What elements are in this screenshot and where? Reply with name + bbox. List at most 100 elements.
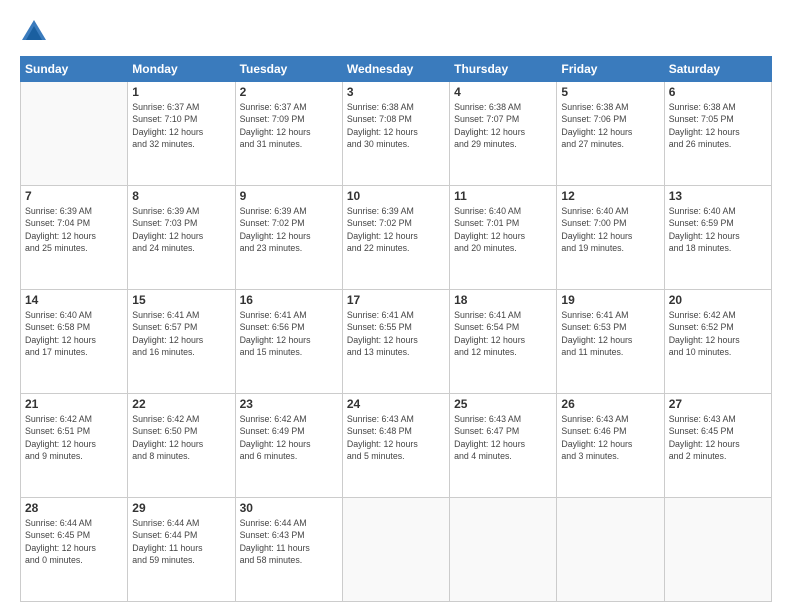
calendar-cell: 1 Sunrise: 6:37 AMSunset: 7:10 PMDaylight… bbox=[128, 82, 235, 186]
day-info: Sunrise: 6:41 AMSunset: 6:57 PMDaylight:… bbox=[132, 309, 230, 358]
day-number: 18 bbox=[454, 293, 552, 307]
calendar-cell: 20 Sunrise: 6:42 AMSunset: 6:52 PMDayligh… bbox=[664, 290, 771, 394]
day-number: 2 bbox=[240, 85, 338, 99]
calendar-cell: 30 Sunrise: 6:44 AMSunset: 6:43 PMDayligh… bbox=[235, 498, 342, 602]
day-info: Sunrise: 6:44 AMSunset: 6:43 PMDaylight:… bbox=[240, 517, 338, 566]
day-number: 24 bbox=[347, 397, 445, 411]
day-number: 14 bbox=[25, 293, 123, 307]
day-info: Sunrise: 6:42 AMSunset: 6:49 PMDaylight:… bbox=[240, 413, 338, 462]
calendar-cell bbox=[21, 82, 128, 186]
table-row: 21 Sunrise: 6:42 AMSunset: 6:51 PMDayligh… bbox=[21, 394, 772, 498]
day-info: Sunrise: 6:42 AMSunset: 6:51 PMDaylight:… bbox=[25, 413, 123, 462]
day-number: 13 bbox=[669, 189, 767, 203]
day-info: Sunrise: 6:38 AMSunset: 7:07 PMDaylight:… bbox=[454, 101, 552, 150]
day-info: Sunrise: 6:39 AMSunset: 7:04 PMDaylight:… bbox=[25, 205, 123, 254]
calendar-cell: 21 Sunrise: 6:42 AMSunset: 6:51 PMDayligh… bbox=[21, 394, 128, 498]
day-info: Sunrise: 6:43 AMSunset: 6:46 PMDaylight:… bbox=[561, 413, 659, 462]
calendar-cell: 14 Sunrise: 6:40 AMSunset: 6:58 PMDayligh… bbox=[21, 290, 128, 394]
calendar-body: 1 Sunrise: 6:37 AMSunset: 7:10 PMDaylight… bbox=[21, 82, 772, 602]
day-number: 17 bbox=[347, 293, 445, 307]
calendar-cell: 28Sunrise: 6:44 AMSunset: 6:45 PMDayligh… bbox=[21, 498, 128, 602]
day-info: Sunrise: 6:39 AMSunset: 7:03 PMDaylight:… bbox=[132, 205, 230, 254]
weekday-header-row: SundayMondayTuesdayWednesdayThursdayFrid… bbox=[21, 57, 772, 82]
logo-icon bbox=[20, 18, 48, 46]
calendar: SundayMondayTuesdayWednesdayThursdayFrid… bbox=[20, 56, 772, 602]
day-info: Sunrise: 6:38 AMSunset: 7:08 PMDaylight:… bbox=[347, 101, 445, 150]
calendar-cell: 4 Sunrise: 6:38 AMSunset: 7:07 PMDaylight… bbox=[450, 82, 557, 186]
day-info: Sunrise: 6:43 AMSunset: 6:45 PMDaylight:… bbox=[669, 413, 767, 462]
day-number: 19 bbox=[561, 293, 659, 307]
day-number: 15 bbox=[132, 293, 230, 307]
logo bbox=[20, 18, 52, 46]
header bbox=[20, 18, 772, 46]
day-number: 7 bbox=[25, 189, 123, 203]
calendar-cell: 24 Sunrise: 6:43 AMSunset: 6:48 PMDayligh… bbox=[342, 394, 449, 498]
day-info: Sunrise: 6:37 AMSunset: 7:10 PMDaylight:… bbox=[132, 101, 230, 150]
calendar-cell: 15 Sunrise: 6:41 AMSunset: 6:57 PMDayligh… bbox=[128, 290, 235, 394]
day-info: Sunrise: 6:41 AMSunset: 6:55 PMDaylight:… bbox=[347, 309, 445, 358]
table-row: 14 Sunrise: 6:40 AMSunset: 6:58 PMDayligh… bbox=[21, 290, 772, 394]
day-info: Sunrise: 6:40 AMSunset: 6:58 PMDaylight:… bbox=[25, 309, 123, 358]
day-info: Sunrise: 6:44 AMSunset: 6:44 PMDaylight:… bbox=[132, 517, 230, 566]
calendar-cell: 10 Sunrise: 6:39 AMSunset: 7:02 PMDayligh… bbox=[342, 186, 449, 290]
calendar-cell: 5 Sunrise: 6:38 AMSunset: 7:06 PMDaylight… bbox=[557, 82, 664, 186]
calendar-cell: 3 Sunrise: 6:38 AMSunset: 7:08 PMDaylight… bbox=[342, 82, 449, 186]
day-number: 25 bbox=[454, 397, 552, 411]
calendar-cell bbox=[450, 498, 557, 602]
day-info: Sunrise: 6:41 AMSunset: 6:54 PMDaylight:… bbox=[454, 309, 552, 358]
day-number: 29 bbox=[132, 501, 230, 515]
weekday-header: Saturday bbox=[664, 57, 771, 82]
day-number: 26 bbox=[561, 397, 659, 411]
day-number: 8 bbox=[132, 189, 230, 203]
day-info: Sunrise: 6:42 AMSunset: 6:50 PMDaylight:… bbox=[132, 413, 230, 462]
day-number: 6 bbox=[669, 85, 767, 99]
weekday-header: Wednesday bbox=[342, 57, 449, 82]
day-number: 27 bbox=[669, 397, 767, 411]
day-number: 30 bbox=[240, 501, 338, 515]
day-number: 21 bbox=[25, 397, 123, 411]
calendar-cell: 17 Sunrise: 6:41 AMSunset: 6:55 PMDayligh… bbox=[342, 290, 449, 394]
day-info: Sunrise: 6:40 AMSunset: 7:01 PMDaylight:… bbox=[454, 205, 552, 254]
calendar-cell: 18 Sunrise: 6:41 AMSunset: 6:54 PMDayligh… bbox=[450, 290, 557, 394]
table-row: 28Sunrise: 6:44 AMSunset: 6:45 PMDayligh… bbox=[21, 498, 772, 602]
weekday-header: Sunday bbox=[21, 57, 128, 82]
day-number: 5 bbox=[561, 85, 659, 99]
day-number: 16 bbox=[240, 293, 338, 307]
calendar-cell: 16 Sunrise: 6:41 AMSunset: 6:56 PMDayligh… bbox=[235, 290, 342, 394]
day-info: Sunrise: 6:41 AMSunset: 6:53 PMDaylight:… bbox=[561, 309, 659, 358]
weekday-header: Monday bbox=[128, 57, 235, 82]
weekday-header: Friday bbox=[557, 57, 664, 82]
calendar-cell bbox=[342, 498, 449, 602]
calendar-cell: 2 Sunrise: 6:37 AMSunset: 7:09 PMDaylight… bbox=[235, 82, 342, 186]
calendar-cell: 23 Sunrise: 6:42 AMSunset: 6:49 PMDayligh… bbox=[235, 394, 342, 498]
day-number: 4 bbox=[454, 85, 552, 99]
day-number: 3 bbox=[347, 85, 445, 99]
day-number: 10 bbox=[347, 189, 445, 203]
day-number: 20 bbox=[669, 293, 767, 307]
day-info: Sunrise: 6:38 AMSunset: 7:06 PMDaylight:… bbox=[561, 101, 659, 150]
day-info: Sunrise: 6:39 AMSunset: 7:02 PMDaylight:… bbox=[347, 205, 445, 254]
day-info: Sunrise: 6:41 AMSunset: 6:56 PMDaylight:… bbox=[240, 309, 338, 358]
day-info: Sunrise: 6:43 AMSunset: 6:48 PMDaylight:… bbox=[347, 413, 445, 462]
day-info: Sunrise: 6:42 AMSunset: 6:52 PMDaylight:… bbox=[669, 309, 767, 358]
calendar-cell: 29 Sunrise: 6:44 AMSunset: 6:44 PMDayligh… bbox=[128, 498, 235, 602]
weekday-header: Thursday bbox=[450, 57, 557, 82]
calendar-cell: 9 Sunrise: 6:39 AMSunset: 7:02 PMDaylight… bbox=[235, 186, 342, 290]
day-info: Sunrise: 6:40 AMSunset: 7:00 PMDaylight:… bbox=[561, 205, 659, 254]
calendar-cell: 25Sunrise: 6:43 AMSunset: 6:47 PMDayligh… bbox=[450, 394, 557, 498]
day-info: Sunrise: 6:39 AMSunset: 7:02 PMDaylight:… bbox=[240, 205, 338, 254]
day-number: 23 bbox=[240, 397, 338, 411]
day-number: 12 bbox=[561, 189, 659, 203]
day-info: Sunrise: 6:44 AMSunset: 6:45 PMDaylight:… bbox=[25, 517, 123, 566]
weekday-header: Tuesday bbox=[235, 57, 342, 82]
calendar-cell: 26 Sunrise: 6:43 AMSunset: 6:46 PMDayligh… bbox=[557, 394, 664, 498]
calendar-cell: 19 Sunrise: 6:41 AMSunset: 6:53 PMDayligh… bbox=[557, 290, 664, 394]
calendar-cell: 7 Sunrise: 6:39 AMSunset: 7:04 PMDaylight… bbox=[21, 186, 128, 290]
day-number: 1 bbox=[132, 85, 230, 99]
calendar-cell: 6 Sunrise: 6:38 AMSunset: 7:05 PMDaylight… bbox=[664, 82, 771, 186]
day-number: 9 bbox=[240, 189, 338, 203]
day-info: Sunrise: 6:37 AMSunset: 7:09 PMDaylight:… bbox=[240, 101, 338, 150]
day-info: Sunrise: 6:38 AMSunset: 7:05 PMDaylight:… bbox=[669, 101, 767, 150]
calendar-cell: 22Sunrise: 6:42 AMSunset: 6:50 PMDayligh… bbox=[128, 394, 235, 498]
day-number: 11 bbox=[454, 189, 552, 203]
